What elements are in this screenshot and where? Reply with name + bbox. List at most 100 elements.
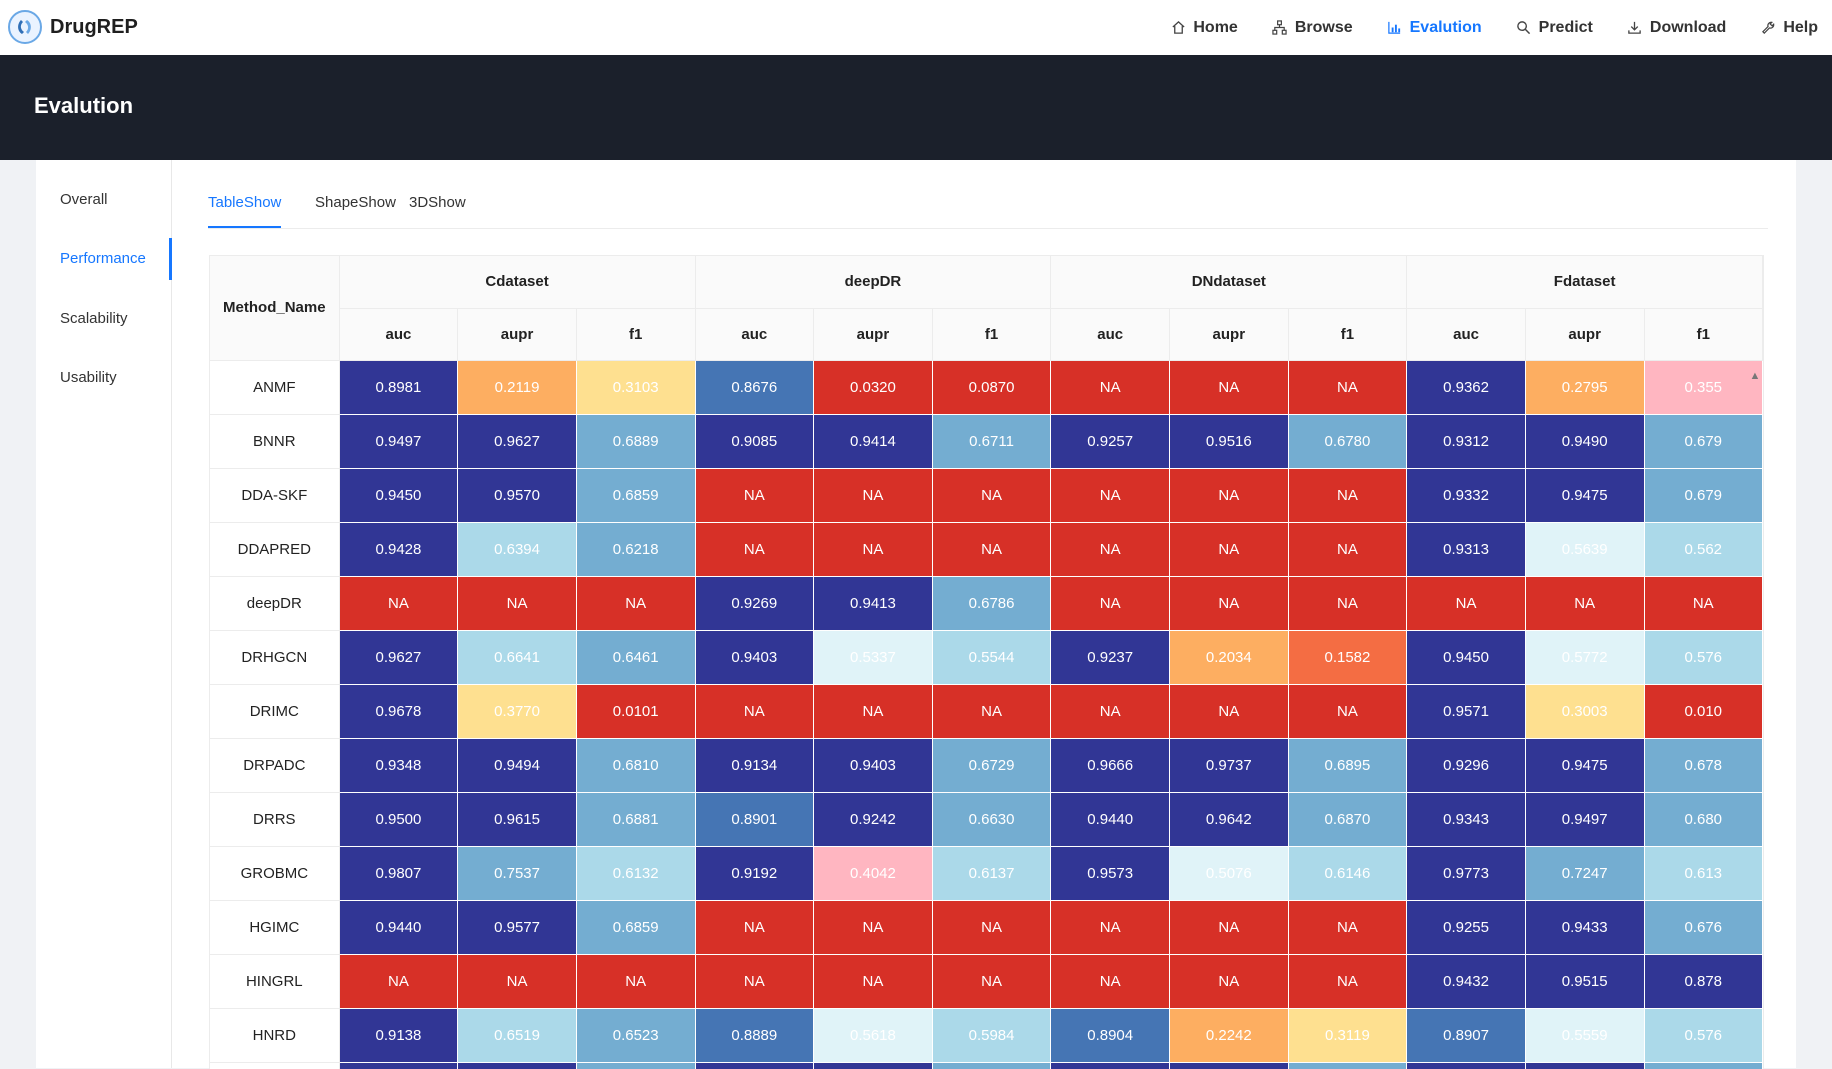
score-cell: 0.6630 — [932, 792, 1052, 847]
table-row[interactable]: HNRD 0.9138 0.6519 0.6523 0.8889 0.5618 0.5984… — [210, 1008, 1763, 1063]
nav-evalution[interactable]: Evalution — [1387, 19, 1482, 37]
score-cell: NA — [1169, 684, 1289, 739]
nav-browse[interactable]: Browse — [1272, 19, 1353, 37]
score-cell: 0.676 — [1644, 900, 1763, 955]
score-cell: 0.9296 — [1406, 738, 1526, 793]
score-cell: NA — [1288, 576, 1408, 631]
score-cell: 0.9428 — [339, 522, 459, 577]
table-row[interactable]: DRPADC 0.9348 0.9494 0.6810 0.9134 0.9403 0.67… — [210, 738, 1763, 793]
table-row[interactable]: DRRS 0.9500 0.9615 0.6881 0.8901 0.9242 0.6630… — [210, 792, 1763, 847]
tab-3dshow[interactable]: 3DShow — [409, 188, 466, 226]
score-cell: NA — [813, 900, 933, 955]
score-cell: 0.9494 — [457, 738, 577, 793]
nav-download[interactable]: Download — [1627, 19, 1726, 37]
table-row[interactable]: DRIMC 0.9678 0.3770 0.0101 NA NA NA NA NA NA 0.957… — [210, 684, 1763, 739]
score-cell: 0.9577 — [457, 900, 577, 955]
method-name-cell: DRHGCN — [210, 630, 340, 685]
score-cell: NA — [1525, 576, 1645, 631]
score-cell: NA — [1169, 360, 1289, 415]
metric-header-aupr: aupr — [813, 308, 933, 361]
score-cell: 0.3003 — [1525, 684, 1645, 739]
metric-header-aupr: aupr — [457, 308, 577, 361]
score-cell: 0.5772 — [1525, 630, 1645, 685]
score-cell: 0.9192 — [695, 846, 815, 901]
nav-predict[interactable]: Predict — [1516, 19, 1593, 37]
score-cell: 0.6780 — [1288, 414, 1408, 469]
score-cell: 0.1582 — [1288, 630, 1408, 685]
nav-home[interactable]: Home — [1170, 19, 1238, 37]
table-row[interactable]: HGIMC 0.9440 0.9577 0.6859 NA NA NA NA NA NA 0.925… — [210, 900, 1763, 955]
score-cell: 0.3770 — [457, 684, 577, 739]
brand[interactable]: DrugREP — [8, 6, 138, 48]
score-cell: 0.0101 — [576, 684, 696, 739]
side-item-overall[interactable]: Overall — [36, 179, 172, 221]
method-name-cell: DDA-SKF — [210, 468, 340, 523]
score-cell: 0.9242 — [813, 792, 933, 847]
score-cell: 0.5984 — [932, 1008, 1052, 1063]
score-cell: 0.9450 — [339, 468, 459, 523]
top-navbar: DrugREP Home Browse Evalution Predict Do… — [0, 0, 1832, 56]
tab-shapeshow[interactable]: ShapeShow — [315, 188, 396, 226]
download-icon — [1627, 20, 1643, 36]
score-cell: 0.679 — [1644, 414, 1763, 469]
side-item-performance[interactable]: Performance — [36, 238, 172, 280]
score-cell: NA — [1288, 360, 1408, 415]
score-cell: NA — [1169, 522, 1289, 577]
table-row[interactable]: BNNR 0.9497 0.9627 0.6889 0.9085 0.9414 0.6711… — [210, 414, 1763, 469]
score-cell: 0.2119 — [457, 360, 577, 415]
table-row[interactable]: DDAPRED 0.9428 0.6394 0.6218 NA NA NA NA NA NA 0.9… — [210, 522, 1763, 577]
method-name-cell: DDAPRED — [210, 522, 340, 577]
score-cell: 0.576 — [1644, 630, 1763, 685]
score-cell: 0.9773 — [1406, 846, 1526, 901]
score-cell: 0.9516 — [1169, 414, 1289, 469]
score-cell: 0.6729 — [932, 738, 1052, 793]
method-name-cell: DRRS — [210, 792, 340, 847]
score-cell: 0.9573 — [1050, 846, 1170, 901]
metric-header-aupr: aupr — [1525, 308, 1645, 361]
score-cell: NA — [695, 684, 815, 739]
score-cell: 0.9134 — [695, 738, 815, 793]
metric-header-auc: auc — [1406, 308, 1526, 361]
score-cell: NA — [457, 576, 577, 631]
score-cell: 0.9627 — [339, 630, 459, 685]
scroll-up-icon[interactable]: ▲ — [1749, 371, 1761, 382]
score-cell: 0.9414 — [813, 414, 933, 469]
method-name-cell: GROBMC — [210, 846, 340, 901]
score-cell: 0.010 — [1644, 684, 1763, 739]
view-tabs: TableShow ShapeShow 3DShow — [208, 188, 1768, 229]
score-cell: NA — [932, 522, 1052, 577]
score-cell: 0.8676 — [695, 360, 815, 415]
score-cell: 0.6137 — [932, 846, 1052, 901]
table-row[interactable]: DRHGCN 0.9627 0.6641 0.6461 0.9403 0.5337 0.55… — [210, 630, 1763, 685]
tab-tableshow[interactable]: TableShow — [208, 188, 282, 228]
score-cell: 0.9615 — [457, 792, 577, 847]
score-cell: NA — [695, 900, 815, 955]
metric-header-auc: auc — [1050, 308, 1170, 361]
score-cell: 0.9666 — [1050, 738, 1170, 793]
score-cell: NA — [457, 954, 577, 1009]
table-row[interactable]: DDA-SKF 0.9450 0.9570 0.6859 NA NA NA NA NA NA 0.9… — [210, 468, 1763, 523]
score-cell: 0.6641 — [457, 630, 577, 685]
score-cell: NA — [1050, 900, 1170, 955]
score-cell: 0.7537 — [457, 846, 577, 901]
table-row[interactable]: deepDR NA NA NA 0.9269 0.9413 0.6786 NA NA NA NA NA… — [210, 576, 1763, 631]
performance-table-container[interactable]: Method_Name Cdataset deepDR DNdataset Fd… — [209, 255, 1764, 1069]
table-row[interactable]: GROBMC 0.9807 0.7537 0.6132 0.9192 0.4042 0.61… — [210, 846, 1763, 901]
score-cell: 0.9570 — [457, 468, 577, 523]
side-item-usability[interactable]: Usability — [36, 357, 172, 399]
table-row[interactable]: ANMF 0.8981 0.2119 0.3103 0.8676 0.0320 0.0870… — [210, 360, 1763, 415]
search-icon — [1516, 20, 1532, 36]
score-cell: 0.9313 — [1406, 522, 1526, 577]
home-icon — [1170, 20, 1186, 36]
score-cell: 0.355 — [1644, 360, 1763, 415]
score-cell: 0.6810 — [576, 738, 696, 793]
score-cell: NA — [1169, 900, 1289, 955]
score-cell: 0.9433 — [1525, 900, 1645, 955]
score-cell: 0.8904 — [1050, 1008, 1170, 1063]
table-row[interactable]: HINGRL NA NA NA NA NA NA NA NA NA 0.9432 0.9515 0.87… — [210, 954, 1763, 1009]
side-item-scalability[interactable]: Scalability — [36, 298, 172, 340]
page-header: Evalution — [0, 55, 1832, 160]
score-cell: NA — [932, 684, 1052, 739]
nav-help[interactable]: Help — [1760, 19, 1818, 37]
score-cell: 0.6711 — [932, 414, 1052, 469]
